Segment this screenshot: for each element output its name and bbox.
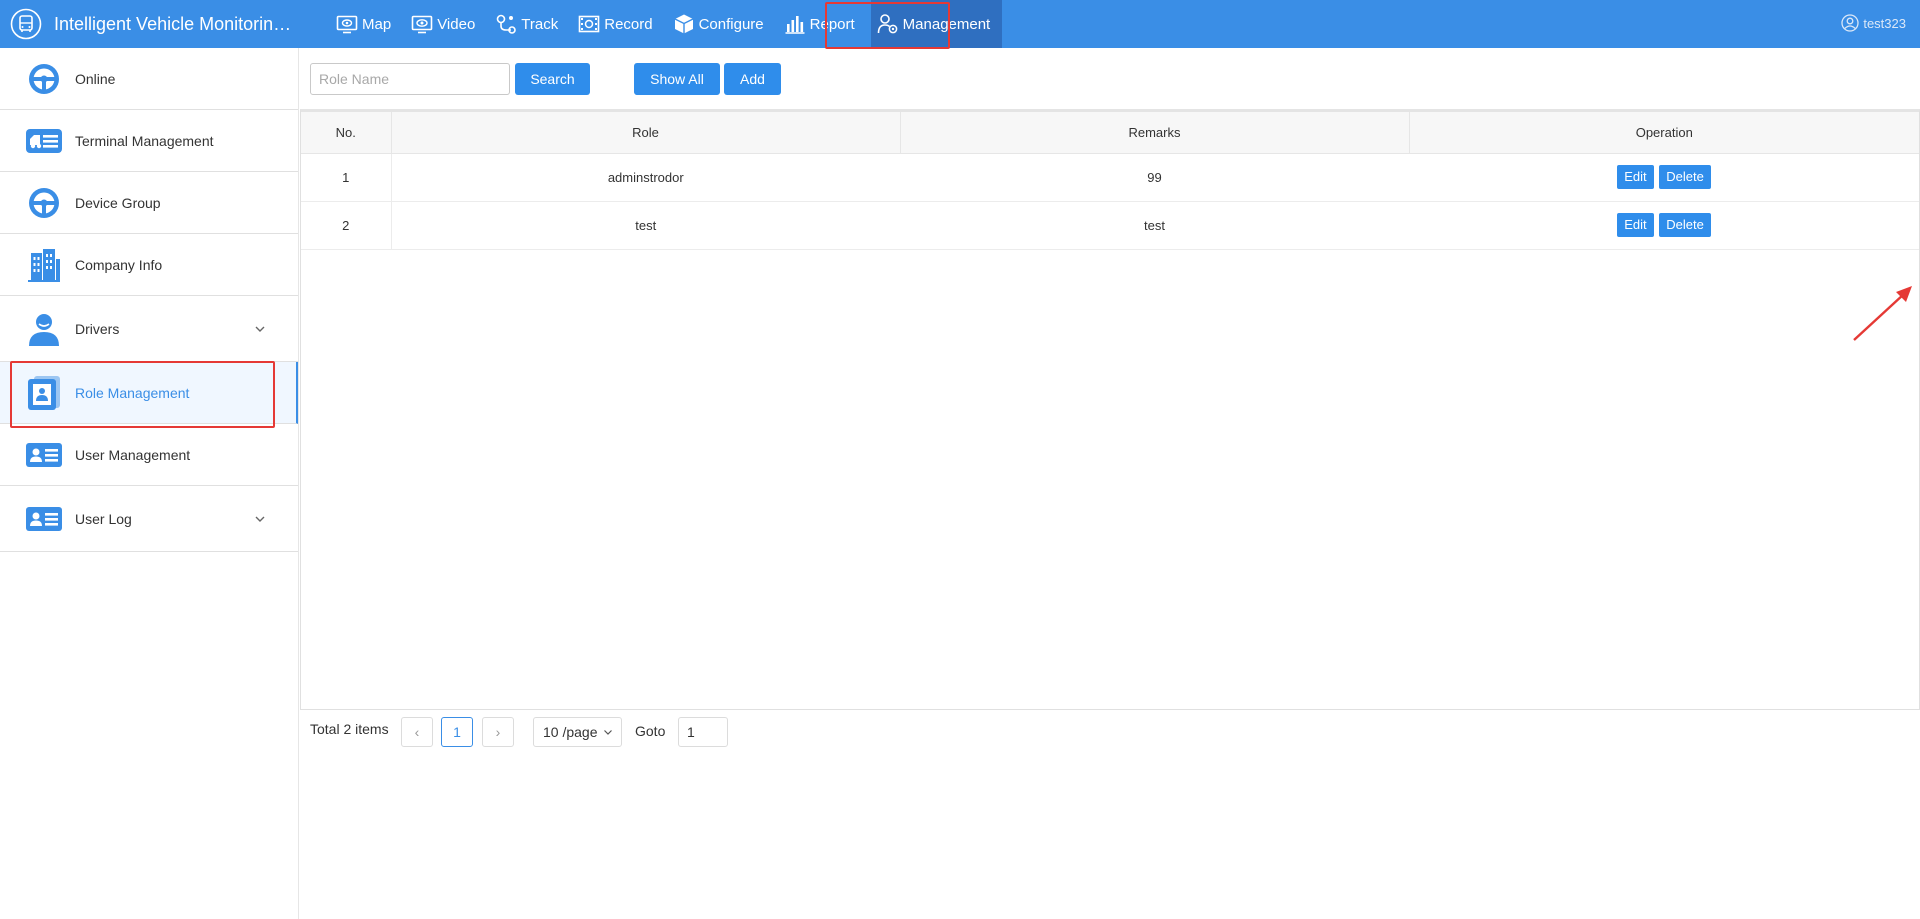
sidebar-item-label: Terminal Management — [75, 132, 214, 149]
nav-map[interactable]: Map — [330, 0, 397, 48]
user-avatar-icon — [1841, 14, 1859, 32]
role-table-container: No. Role Remarks Operation 1 adminstrodo… — [300, 109, 1920, 710]
role-name-input[interactable] — [310, 63, 510, 95]
cell-remarks: 99 — [900, 153, 1409, 202]
sidebar-item-label: User Management — [75, 446, 191, 463]
nav-report[interactable]: Report — [778, 0, 861, 48]
sidebar-item-label: Company Info — [75, 256, 163, 273]
toolbar: Search Show All Add — [300, 48, 1920, 110]
next-page-button[interactable]: › — [482, 717, 514, 747]
add-button[interactable]: Add — [724, 63, 781, 95]
nav-track-label: Track — [521, 15, 559, 33]
sidebar-item-device-group[interactable]: Device Group — [0, 172, 298, 234]
page-1-button[interactable]: 1 — [441, 717, 473, 747]
table-row: 1 adminstrodor 99 Edit Delete — [301, 153, 1919, 202]
user-menu[interactable]: test323 — [1841, 14, 1906, 32]
chevron-down-icon — [603, 730, 612, 735]
sidebar-item-online[interactable]: Online — [0, 48, 298, 110]
id-card-icon — [26, 437, 62, 473]
terminal-truck-icon — [26, 123, 62, 159]
main-content: Search Show All Add No. Role Remarks Ope… — [300, 48, 1920, 919]
column-header-operation: Operation — [1409, 112, 1919, 154]
table-header-row: No. Role Remarks Operation — [301, 112, 1919, 154]
sidebar-item-label: User Log — [75, 510, 132, 527]
id-card-icon — [26, 501, 62, 537]
nav-management-label: Management — [902, 15, 991, 33]
report-bars-icon — [785, 16, 805, 34]
sidebar-item-drivers[interactable]: Drivers — [0, 296, 298, 362]
sidebar-item-user-management[interactable]: User Management — [0, 424, 298, 486]
brand: Intelligent Vehicle Monitoring System — [10, 8, 298, 40]
nav-management[interactable]: Management — [870, 0, 1003, 48]
annotation-arrow-icon — [1853, 286, 1912, 341]
track-pin-icon — [496, 14, 517, 34]
page-size-select[interactable]: 10 /page — [533, 717, 622, 747]
sidebar-item-role-management[interactable]: Role Management — [0, 362, 298, 424]
sidebar: Online Terminal Management Device Group … — [0, 48, 299, 919]
edit-button[interactable]: Edit — [1617, 165, 1654, 189]
sidebar-item-label: Device Group — [75, 194, 161, 211]
nav-map-label: Map — [362, 15, 392, 33]
sidebar-item-user-log[interactable]: User Log — [0, 486, 298, 552]
cell-operation: Edit Delete — [1409, 201, 1919, 250]
bus-logo-icon — [10, 8, 42, 40]
cell-remarks: test — [900, 201, 1409, 250]
nav-video[interactable]: Video — [405, 0, 481, 48]
configure-box-icon — [674, 14, 693, 34]
video-eye-icon — [411, 15, 433, 34]
column-header-role: Role — [391, 112, 901, 154]
chevron-down-icon — [255, 516, 265, 522]
column-header-no: No. — [301, 112, 392, 154]
cell-operation: Edit Delete — [1409, 153, 1919, 202]
chevron-down-icon — [255, 326, 265, 332]
goto-page-input[interactable] — [678, 717, 728, 747]
sidebar-item-terminal-management[interactable]: Terminal Management — [0, 110, 298, 172]
driver-icon — [26, 311, 62, 347]
building-icon — [26, 247, 62, 283]
search-button[interactable]: Search — [515, 63, 590, 95]
page-size-value: 10 /page — [543, 724, 598, 740]
table-row: 2 test test Edit Delete — [301, 201, 1919, 250]
delete-button[interactable]: Delete — [1659, 165, 1711, 189]
role-table: No. Role Remarks Operation 1 adminstrodo… — [301, 112, 1919, 250]
nav-configure-label: Configure — [698, 15, 764, 33]
nav-track[interactable]: Track — [489, 0, 564, 48]
nav-video-label: Video — [437, 15, 476, 33]
cell-no: 1 — [301, 153, 392, 202]
username: test323 — [1863, 15, 1906, 31]
map-monitor-icon — [336, 15, 358, 34]
edit-button[interactable]: Edit — [1617, 213, 1654, 237]
cell-no: 2 — [301, 201, 392, 250]
record-film-icon — [578, 15, 600, 33]
nav-report-label: Report — [809, 15, 855, 33]
sidebar-item-label: Online — [75, 70, 116, 87]
steering-wheel-icon — [26, 185, 62, 221]
steering-wheel-icon — [26, 61, 62, 97]
cell-role: test — [391, 201, 900, 250]
pagination: Total 2 items ‹ 1 › 10 /page Goto — [300, 713, 1060, 749]
app-title: Intelligent Vehicle Monitoring System — [54, 13, 298, 34]
delete-button[interactable]: Delete — [1659, 213, 1711, 237]
nav-configure[interactable]: Configure — [667, 0, 770, 48]
top-navigation-bar: Intelligent Vehicle Monitoring System Ma… — [0, 0, 1920, 48]
management-user-icon — [877, 14, 898, 34]
nav-record[interactable]: Record — [572, 0, 658, 48]
role-card-icon — [26, 375, 62, 411]
sidebar-item-label: Drivers — [75, 320, 120, 337]
sidebar-item-company-info[interactable]: Company Info — [0, 234, 298, 296]
cell-role: adminstrodor — [391, 153, 900, 202]
nav-record-label: Record — [604, 15, 653, 33]
total-items: Total 2 items — [310, 721, 389, 737]
prev-page-button[interactable]: ‹ — [401, 717, 433, 747]
main-nav: Map Video Track Record Configure Report … — [330, 0, 1010, 48]
column-header-remarks: Remarks — [900, 112, 1410, 154]
sidebar-item-label: Role Management — [75, 384, 190, 401]
show-all-button[interactable]: Show All — [634, 63, 720, 95]
goto-label: Goto — [635, 723, 666, 739]
